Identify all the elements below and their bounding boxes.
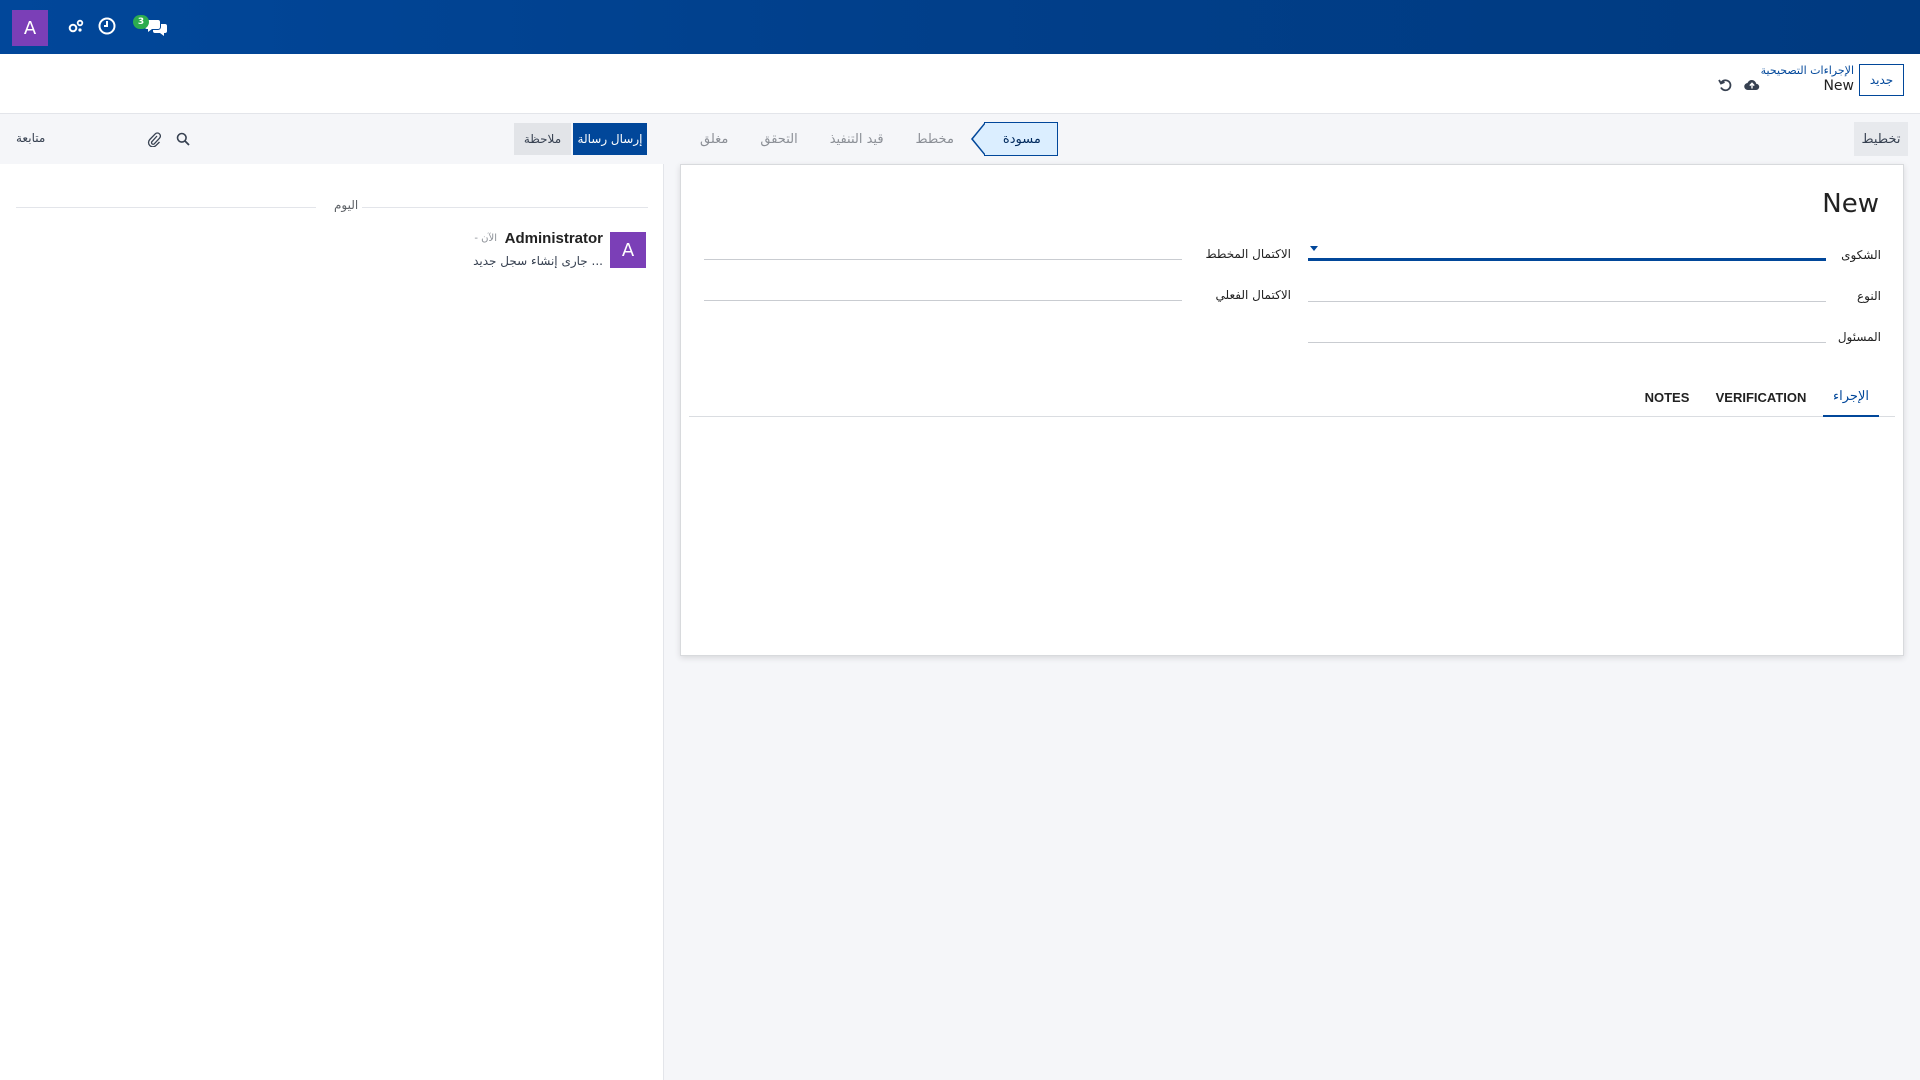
responsible-field[interactable] (1308, 317, 1826, 343)
chatter-panel: إرسال رسالة ملاحظة متابعة اليوم A Admini… (0, 114, 664, 1080)
separator-line (362, 207, 648, 208)
tab-notes[interactable]: NOTES (1637, 377, 1697, 417)
stage-in-progress[interactable]: قيد التنفيذ (814, 122, 900, 156)
stage-planned[interactable]: مخطط (900, 122, 970, 156)
message-body: جارى إنشاء سجل جديد ... (473, 254, 603, 268)
breadcrumb-current: New (1823, 78, 1854, 94)
notebook-tabs: الإجراء VERIFICATION NOTES (689, 377, 1895, 417)
planned-completion-label: الاكتمال المخطط (1205, 247, 1291, 261)
paperclip-icon[interactable] (144, 129, 164, 149)
top-navbar: A 3 (0, 0, 1920, 54)
chatter-topbar: إرسال رسالة ملاحظة متابعة (0, 114, 664, 164)
save-cloud-icon[interactable] (1742, 75, 1762, 95)
breadcrumb: الإجراءات التصحيحية New (1761, 64, 1854, 94)
planned-completion-field[interactable] (704, 234, 1182, 260)
user-avatar[interactable]: A (12, 10, 48, 46)
message-author[interactable]: Administrator (505, 230, 603, 247)
breadcrumb-parent-link[interactable]: الإجراءات التصحيحية (1761, 64, 1854, 77)
send-message-button[interactable]: إرسال رسالة (573, 123, 647, 155)
actual-completion-label: الاكتمال الفعلي (1215, 288, 1291, 302)
tab-action[interactable]: الإجراء (1823, 377, 1879, 417)
follow-button[interactable]: متابعة (16, 131, 45, 145)
activity-clock-icon[interactable] (95, 14, 119, 38)
date-separator-label: اليوم (334, 198, 359, 212)
messages-count-badge: 3 (133, 15, 149, 29)
debug-icon[interactable] (64, 14, 88, 38)
plan-button[interactable]: تخطيط (1854, 122, 1908, 156)
stage-verification[interactable]: التحقق (744, 122, 813, 156)
search-icon[interactable] (173, 129, 193, 149)
record-title: New (1822, 189, 1879, 219)
discard-undo-icon[interactable] (1715, 75, 1735, 95)
form-sheet: New الشكوى النوع المسئول الاكتمال المخطط… (680, 164, 1904, 656)
tab-verification[interactable]: VERIFICATION (1711, 377, 1811, 417)
form-statusbar: تخطيط مسودة مخطط قيد التنفيذ التحقق مغلق (664, 114, 1920, 164)
stage-draft[interactable]: مسودة (970, 122, 1058, 156)
new-record-button[interactable]: جديد (1859, 64, 1904, 96)
log-note-button[interactable]: ملاحظة (514, 123, 571, 155)
stage-pipeline: مسودة مخطط قيد التنفيذ التحقق مغلق (684, 122, 1058, 156)
type-field[interactable] (1308, 276, 1826, 302)
message-time: - الآن (474, 233, 497, 244)
control-panel: جديد الإجراءات التصحيحية New (0, 54, 1920, 114)
actual-completion-field[interactable] (704, 275, 1182, 301)
chevron-down-icon[interactable] (1310, 246, 1318, 251)
date-separator: اليوم (16, 198, 648, 218)
message-author-avatar[interactable]: A (610, 232, 646, 268)
complaint-select[interactable] (1308, 235, 1826, 261)
separator-line (16, 207, 316, 208)
stage-closed[interactable]: مغلق (684, 122, 744, 156)
